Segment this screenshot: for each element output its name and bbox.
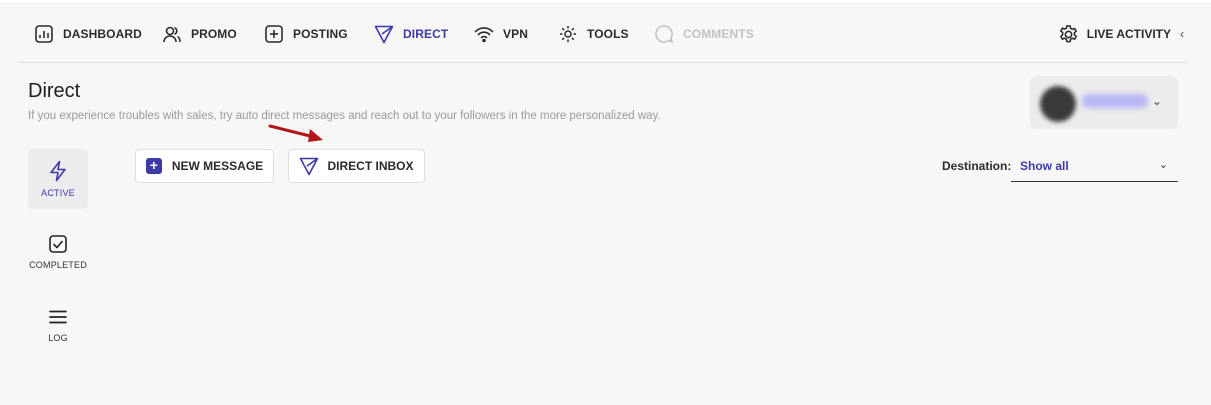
nav-item-tools[interactable]: TOOLS [558,22,629,46]
page-title: Direct [28,80,81,102]
destination-select[interactable]: Show all ⌄ [1011,152,1178,182]
nav-item-label: PROMO [191,27,237,41]
chevron-left-icon: ‹ [1180,27,1184,41]
account-switcher[interactable]: xxxxxxxxx ⌄ [1030,76,1178,129]
send-icon [374,25,394,44]
wifi-icon [474,27,494,43]
nav-item-vpn[interactable]: VPN [474,22,528,46]
annotation-arrow-icon [268,124,323,142]
nav-item-dashboard[interactable]: DASHBOARD [34,22,142,46]
avatar [1040,86,1076,122]
chevron-down-icon: ⌄ [1158,159,1168,171]
gear-icon [1059,24,1077,42]
destination-value: Show all [1020,159,1069,173]
nav-item-label: DIRECT [403,27,449,41]
new-message-button[interactable]: + NEW MESSAGE [135,149,274,183]
send-icon [300,157,319,176]
tools-icon [560,26,576,42]
side-tab-completed[interactable]: COMPLETED [28,234,88,274]
side-tab-log[interactable]: LOG [28,307,88,347]
direct-inbox-button[interactable]: DIRECT INBOX [288,149,425,183]
checkbox-icon [49,235,67,253]
destination-label: Destination: [942,159,1012,173]
plus-square-icon [265,25,283,43]
chevron-down-icon: ⌄ [1151,94,1162,108]
live-activity-label: LIVE ACTIVITY [1086,27,1171,41]
top-border [0,0,1211,4]
nav-item-promo[interactable]: PROMO [162,22,237,46]
users-icon [163,26,181,43]
nav-item-label: COMMENTS [683,27,754,41]
side-tab-label: LOG [48,333,68,343]
top-nav: DASHBOARD PROMO POSTING DIRECT VPN TOOLS [18,14,1188,63]
comment-icon [655,25,674,44]
side-tab-label: COMPLETED [29,260,87,270]
side-tab-label: ACTIVE [41,188,75,198]
account-name: xxxxxxxxx [1082,94,1148,108]
nav-item-posting[interactable]: POSTING [264,22,348,46]
plus-icon: + [145,158,162,174]
nav-item-label: POSTING [293,27,348,41]
nav-item-label: VPN [503,27,528,41]
side-tab-active[interactable]: ACTIVE [28,149,88,209]
page-subtitle: If you experience troubles with sales, t… [28,110,661,122]
nav-item-comments: COMMENTS [654,22,754,46]
nav-item-direct[interactable]: DIRECT [374,22,448,46]
lightning-icon [50,160,66,182]
dashboard-icon [35,25,53,43]
nav-item-label: TOOLS [587,27,629,41]
menu-icon [49,310,67,324]
direct-inbox-label: DIRECT INBOX [327,159,414,173]
live-activity-toggle[interactable]: LIVE ACTIVITY ‹ [1058,22,1184,46]
nav-item-label: DASHBOARD [63,27,142,41]
new-message-label: NEW MESSAGE [171,159,264,173]
